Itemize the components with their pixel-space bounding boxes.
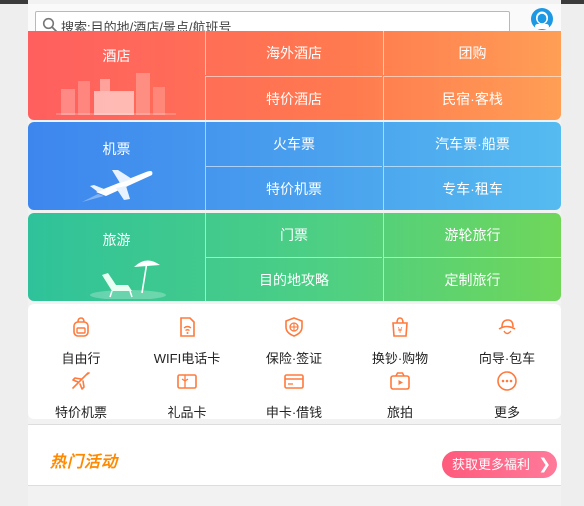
service-label: 向导·包车	[478, 351, 536, 366]
hot-activities-title: 热门活动	[50, 454, 119, 471]
car-rental-link[interactable]: 专车·租车	[383, 166, 561, 210]
service-item-discount-flight[interactable]: 特价机票	[28, 370, 134, 421]
get-more-benefits-label: 获取更多福利	[452, 457, 531, 472]
travel-tile[interactable]: 旅游	[28, 213, 205, 301]
discount-flight-link[interactable]: 特价机票	[205, 166, 382, 210]
service-label: 更多	[493, 405, 520, 420]
hotel-row: 酒店 海外酒店 团购 特价酒店 民宿·客栈	[28, 31, 561, 120]
svg-text:¥: ¥	[397, 326, 402, 335]
hotel-building-icon	[56, 73, 176, 115]
homestay-link[interactable]: 民宿·客栈	[383, 76, 561, 120]
discount-hotel-link[interactable]: 特价酒店	[205, 76, 382, 120]
attraction-ticket-link[interactable]: 门票	[205, 213, 382, 257]
hotel-tile[interactable]: 酒店	[28, 31, 205, 120]
service-label: 礼品卡	[167, 405, 207, 420]
travel-label: 旅游	[102, 232, 131, 248]
get-more-benefits-button[interactable]: 获取更多福利 ❯	[442, 451, 557, 478]
service-label: 自由行	[61, 351, 101, 366]
service-item-travel-photo[interactable]: 旅拍	[347, 370, 453, 421]
service-item-more[interactable]: 更多	[454, 370, 560, 421]
service-item-card-loan[interactable]: 申卡·借钱	[241, 370, 347, 421]
camera-icon	[390, 372, 410, 390]
overseas-hotel-link[interactable]: 海外酒店	[205, 31, 382, 75]
destination-guide-link[interactable]: 目的地攻略	[205, 257, 382, 301]
bus-ship-ticket-link[interactable]: 汽车票·船票	[383, 122, 561, 166]
wifi-card-icon	[180, 317, 195, 337]
gift-card-icon	[177, 374, 197, 389]
plane-icon	[72, 372, 90, 390]
service-item-exchange-shopping[interactable]: ¥ 换钞·购物	[347, 316, 453, 367]
service-label: 申卡·借钱	[265, 405, 323, 420]
flight-tile[interactable]: 机票	[28, 122, 205, 210]
travel-row: 旅游 门票 游轮旅行 目的地攻略 定制旅行	[28, 213, 561, 301]
more-icon	[497, 371, 517, 391]
airplane-icon	[82, 170, 153, 202]
service-label: 换钞·购物	[371, 351, 429, 366]
credit-card-icon	[284, 374, 304, 389]
hot-activities-section: 热门活动 获取更多福利 ❯	[28, 424, 561, 486]
user-avatar-icon	[531, 8, 553, 30]
service-icons-panel: 自由行 WIFI电话卡 保险·签证 ¥ 换钞·购物 向导·包车 特价机票 礼品卡…	[28, 304, 561, 421]
hotel-label: 酒店	[102, 48, 131, 64]
service-label: 特价机票	[54, 405, 107, 420]
flight-label: 机票	[102, 141, 131, 157]
guide-hat-icon	[498, 319, 516, 335]
custom-travel-link[interactable]: 定制旅行	[383, 257, 561, 301]
category-grid: 酒店 海外酒店 团购 特价酒店 民宿·客栈 机票 火车票 汽车票·船票 特价机票…	[28, 31, 561, 301]
cruise-link[interactable]: 游轮旅行	[383, 213, 561, 257]
service-item-insurance-visa[interactable]: 保险·签证	[241, 316, 347, 367]
beach-chair-umbrella-icon	[90, 260, 166, 299]
group-buy-link[interactable]: 团购	[383, 31, 561, 75]
service-label: 保险·签证	[265, 351, 323, 366]
flight-row: 机票 火车票 汽车票·船票 特价机票 专车·租车	[28, 122, 561, 210]
shopping-bag-icon: ¥	[392, 317, 408, 337]
shield-globe-icon	[285, 317, 303, 337]
service-label: WIFI电话卡	[153, 351, 221, 366]
service-item-free-travel[interactable]: 自由行	[28, 316, 134, 367]
service-label: 旅拍	[386, 405, 413, 420]
train-ticket-link[interactable]: 火车票	[205, 122, 382, 166]
service-item-wifi-card[interactable]: WIFI电话卡	[134, 316, 240, 367]
service-item-gift-card[interactable]: 礼品卡	[134, 370, 240, 421]
chevron-right-icon: ❯	[538, 456, 551, 473]
service-item-guide-charter[interactable]: 向导·包车	[454, 316, 560, 367]
backpack-icon	[73, 317, 89, 337]
